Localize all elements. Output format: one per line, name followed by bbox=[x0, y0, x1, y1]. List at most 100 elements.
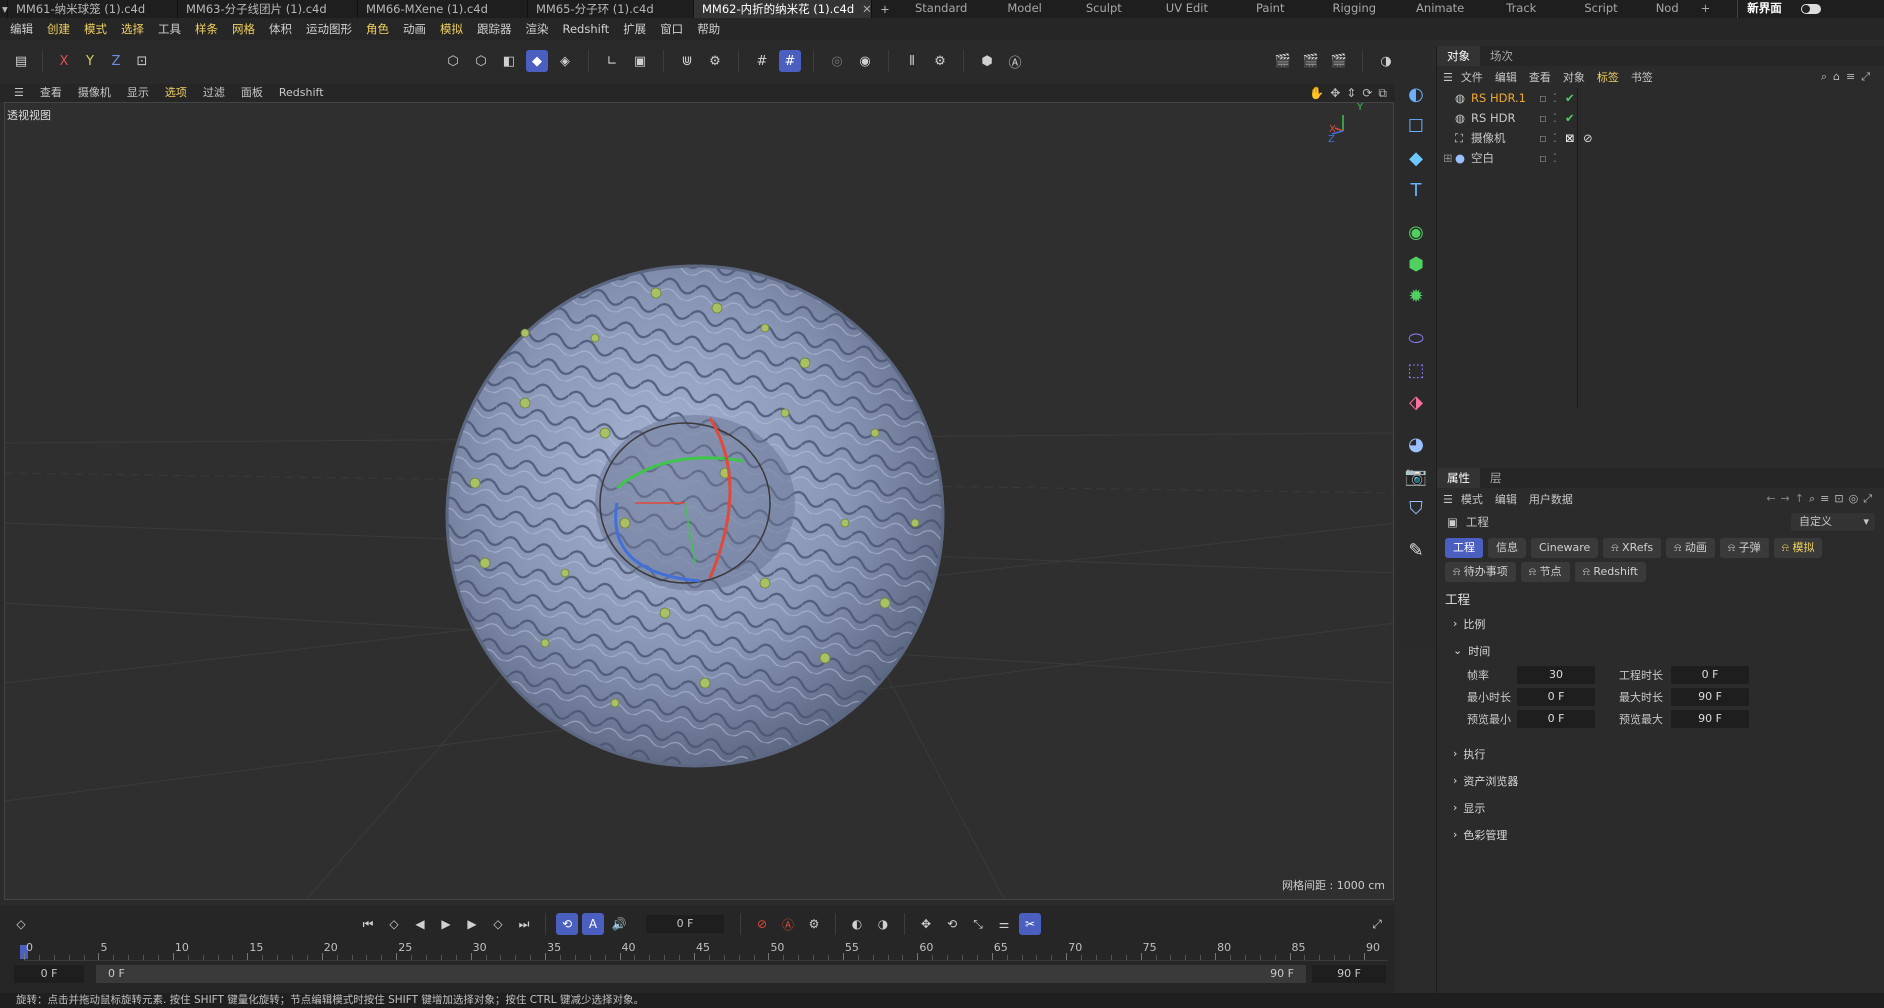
min-time-field[interactable]: 0 F bbox=[1517, 688, 1595, 706]
tab-layers[interactable]: 层 bbox=[1480, 468, 1512, 488]
sound-icon[interactable]: 🔊 bbox=[608, 913, 630, 935]
chip-bullet[interactable]: ⍾ 子弹 bbox=[1719, 538, 1769, 558]
zoom-view-icon[interactable]: ⇕ bbox=[1346, 86, 1356, 100]
selection-tool-icon[interactable]: ◐ bbox=[1402, 80, 1430, 108]
max-time-field[interactable]: 90 F bbox=[1671, 688, 1749, 706]
om-menu-bookmarks[interactable]: 书签 bbox=[1631, 69, 1653, 85]
grid-snap-icon[interactable]: # bbox=[751, 50, 773, 72]
layout-tab-uv-edit[interactable]: UV Edit bbox=[1157, 0, 1217, 18]
object-row[interactable]: ⊞ ● 空白 ▫ ⁚ bbox=[1437, 148, 1884, 168]
points-mode-icon[interactable]: ⬡ bbox=[442, 50, 464, 72]
protection-tag-icon[interactable]: ⊘ bbox=[1583, 131, 1593, 145]
texture-mode-icon[interactable]: ▣ bbox=[629, 50, 651, 72]
motion-settings-icon[interactable]: ◑ bbox=[872, 913, 894, 935]
am-menu-mode[interactable]: 模式 bbox=[1461, 491, 1483, 507]
preview-range-icon[interactable]: A bbox=[582, 913, 604, 935]
menu-mograph[interactable]: 运动图形 bbox=[299, 18, 359, 40]
menu-window[interactable]: 窗口 bbox=[653, 18, 690, 40]
cube-primitive-icon[interactable]: ☐ bbox=[1402, 112, 1430, 140]
vp-menu-filter[interactable]: 过滤 bbox=[195, 84, 233, 102]
key-scale-icon[interactable]: ⤡ bbox=[967, 913, 989, 935]
menu-simulate[interactable]: 模拟 bbox=[433, 18, 470, 40]
chip-info[interactable]: 信息 bbox=[1488, 538, 1526, 558]
vp-menu-panel[interactable]: 面板 bbox=[233, 84, 271, 102]
search-icon[interactable]: ⌕ bbox=[1809, 492, 1820, 505]
visibility-dots-icon[interactable]: ⁚ bbox=[1553, 131, 1565, 145]
vp-menu-cameras[interactable]: 摄像机 bbox=[70, 84, 119, 102]
render-region-icon[interactable]: 🎬 bbox=[1272, 50, 1294, 72]
enabled-check-icon[interactable]: ✔ bbox=[1565, 111, 1575, 125]
axis-y-button[interactable]: Y bbox=[79, 50, 101, 72]
object-row[interactable]: ◍ RS HDR ▫ ⁚ ✔ bbox=[1437, 108, 1884, 128]
object-name[interactable]: 空白 bbox=[1471, 150, 1539, 166]
paint-tool-icon[interactable]: ✎ bbox=[1402, 536, 1430, 564]
effector-icon[interactable]: ✹ bbox=[1402, 282, 1430, 310]
om-menu-object[interactable]: 对象 bbox=[1563, 69, 1585, 85]
chip-xrefs[interactable]: ⍾ XRefs bbox=[1603, 538, 1662, 558]
redshift-render-icon[interactable]: ◑ bbox=[1375, 50, 1397, 72]
polygons-mode-icon[interactable]: ◧ bbox=[498, 50, 520, 72]
preview-max-field[interactable]: 90 F bbox=[1671, 710, 1749, 728]
forward-icon[interactable]: → bbox=[1781, 492, 1795, 505]
section-scale[interactable]: › 比例 bbox=[1437, 610, 1884, 637]
key-settings-icon[interactable]: ⚙ bbox=[803, 913, 825, 935]
layout-tab-rigging[interactable]: Rigging bbox=[1323, 0, 1385, 18]
workplane-snap-icon[interactable]: # bbox=[779, 50, 801, 72]
render-settings-icon[interactable]: 🎬 bbox=[1328, 50, 1350, 72]
new-tab-icon[interactable]: + bbox=[872, 0, 898, 18]
model-mode-icon[interactable]: ◆ bbox=[526, 50, 548, 72]
key-pla-icon[interactable]: ✂ bbox=[1019, 913, 1041, 935]
menu-redshift[interactable]: Redshift bbox=[556, 18, 617, 40]
object-mode-icon[interactable]: ◈ bbox=[554, 50, 576, 72]
am-menu-userdata[interactable]: 用户数据 bbox=[1529, 491, 1573, 507]
tab-takes[interactable]: 场次 bbox=[1480, 46, 1523, 66]
next-key-icon[interactable]: ◇ bbox=[487, 913, 509, 935]
perspective-viewport[interactable]: 透视视图 Y X Z 网格间距 : 1000 cm bbox=[4, 102, 1394, 900]
symmetry-settings-icon[interactable]: ⚙ bbox=[929, 50, 951, 72]
edit-icon[interactable]: ▫ bbox=[1539, 111, 1553, 125]
expand-icon[interactable]: ⤢ bbox=[1863, 492, 1877, 505]
close-icon[interactable]: ✕ bbox=[862, 1, 872, 17]
fps-field[interactable]: 30 bbox=[1517, 666, 1595, 684]
prev-frame-icon[interactable]: ◀ bbox=[409, 913, 431, 935]
object-row[interactable]: ◍ RS HDR.1 ▫ ⁚ ✔ bbox=[1437, 88, 1884, 108]
filter-icon[interactable]: ≡ bbox=[1820, 492, 1834, 505]
menu-spline[interactable]: 样条 bbox=[188, 18, 225, 40]
lock-workplane-icon[interactable]: ⬢ bbox=[976, 50, 998, 72]
range-slider[interactable]: 0 F 90 F bbox=[96, 965, 1306, 983]
motion-record-icon[interactable]: ◐ bbox=[846, 913, 868, 935]
solo-settings-icon[interactable]: ◉ bbox=[854, 50, 876, 72]
chip-simulation[interactable]: ⍾ 模拟 bbox=[1773, 538, 1823, 558]
layout-tab-track[interactable]: Track bbox=[1497, 0, 1545, 18]
undo-stack-icon[interactable]: ▤ bbox=[10, 50, 32, 72]
layout-tab-standard[interactable]: Standard bbox=[906, 0, 976, 18]
enabled-check-icon[interactable]: ✔ bbox=[1565, 91, 1575, 105]
axis-mode-icon[interactable]: ∟ bbox=[601, 50, 623, 72]
expand-icon[interactable]: ⤢ bbox=[1861, 70, 1876, 83]
om-menu-tags[interactable]: 标签 bbox=[1597, 69, 1619, 85]
section-execute[interactable]: › 执行 bbox=[1437, 740, 1884, 767]
next-frame-icon[interactable]: ▶ bbox=[461, 913, 483, 935]
key-position-icon[interactable]: ✥ bbox=[915, 913, 937, 935]
tab-objects[interactable]: 对象 bbox=[1437, 46, 1480, 66]
light-icon[interactable]: ⛉ bbox=[1402, 494, 1430, 522]
chip-nodes[interactable]: ⍾ 节点 bbox=[1520, 562, 1570, 582]
goto-start-icon[interactable]: ⏮ bbox=[357, 913, 379, 935]
vp-menu-options[interactable]: 选项 bbox=[157, 84, 195, 102]
search-icon[interactable]: ⌕ bbox=[1821, 70, 1833, 83]
target-icon[interactable]: ◎ bbox=[1849, 492, 1864, 505]
menu-help[interactable]: 帮助 bbox=[690, 18, 727, 40]
layout-tab-node[interactable]: Nod bbox=[1647, 0, 1688, 18]
doc-tab-5[interactable]: MM62-内折的纳米花 (1).c4d ✕ bbox=[694, 0, 872, 18]
record-icon[interactable]: ⊘ bbox=[751, 913, 773, 935]
timeline-ruler[interactable]: 0 5 10 15 20 25 30 35 40 45 50 55 60 65 70 75 80 85 90 bbox=[20, 941, 1388, 961]
visibility-dots-icon[interactable]: ⁚ bbox=[1553, 111, 1565, 125]
menu-mode[interactable]: 模式 bbox=[77, 18, 114, 40]
generator-icon[interactable]: ◉ bbox=[1402, 218, 1430, 246]
section-asset-browser[interactable]: › 资产浏览器 bbox=[1437, 767, 1884, 794]
layout-tab-sculpt[interactable]: Sculpt bbox=[1077, 0, 1131, 18]
coordinate-system-icon[interactable]: ⊡ bbox=[131, 50, 153, 72]
menu-mesh[interactable]: 网格 bbox=[225, 18, 262, 40]
object-row[interactable]: ⛶ 摄像机 ▫ ⁚ ⊠ ⊘ bbox=[1437, 128, 1884, 148]
doc-tab-1[interactable]: MM61-纳米球笼 (1).c4d bbox=[8, 0, 178, 18]
